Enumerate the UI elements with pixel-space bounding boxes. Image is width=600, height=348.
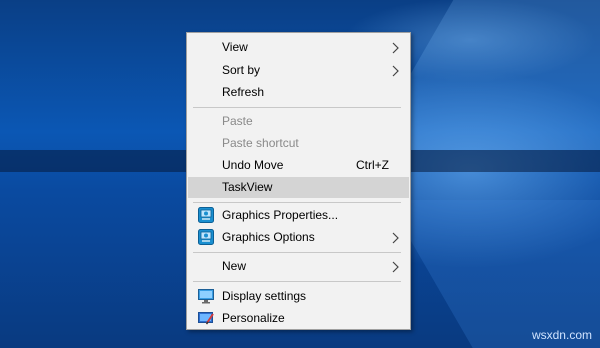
- wallpaper-light-beam: [387, 200, 600, 348]
- menu-item-view[interactable]: View: [188, 37, 409, 58]
- menu-item-personalize[interactable]: Personalize: [188, 308, 409, 329]
- menu-separator: [193, 281, 401, 282]
- menu-item-paste: Paste: [188, 111, 409, 132]
- menu-item-shortcut: Ctrl+Z: [356, 158, 389, 172]
- watermark-text: wsxdn.com: [531, 328, 592, 342]
- menu-separator: [193, 202, 401, 203]
- intel-graphics-icon: [198, 229, 214, 245]
- menu-item-label: Paste shortcut: [222, 136, 299, 150]
- personalize-icon: [198, 312, 214, 325]
- menu-item-taskview[interactable]: TaskView: [188, 177, 409, 198]
- menu-item-undo-move[interactable]: Undo Move Ctrl+Z: [188, 155, 409, 176]
- menu-item-label: Refresh: [222, 85, 265, 99]
- menu-item-new[interactable]: New: [188, 256, 409, 277]
- chevron-right-icon: [392, 261, 399, 273]
- chevron-right-icon: [392, 65, 399, 77]
- chevron-right-icon: [392, 232, 399, 244]
- menu-separator: [193, 252, 401, 253]
- menu-item-label: Personalize: [222, 311, 285, 325]
- menu-item-label: Graphics Properties...: [222, 208, 339, 222]
- menu-item-label: Display settings: [222, 289, 307, 303]
- menu-item-label: Undo Move: [222, 158, 284, 172]
- menu-item-label: Graphics Options: [222, 230, 315, 244]
- menu-item-label: Sort by: [222, 63, 261, 77]
- menu-item-label: View: [222, 40, 248, 54]
- desktop-context-menu: View Sort by Refresh Paste Paste shortcu…: [186, 32, 411, 330]
- menu-item-display-settings[interactable]: Display settings: [188, 286, 409, 307]
- display-icon: [198, 289, 214, 304]
- menu-separator: [193, 107, 401, 108]
- menu-item-label: Paste: [222, 114, 253, 128]
- menu-item-sort-by[interactable]: Sort by: [188, 60, 409, 81]
- menu-item-refresh[interactable]: Refresh: [188, 82, 409, 103]
- intel-graphics-icon: [198, 207, 214, 223]
- menu-item-graphics-properties[interactable]: Graphics Properties...: [188, 205, 409, 226]
- chevron-right-icon: [392, 42, 399, 54]
- menu-item-label: New: [222, 259, 247, 273]
- menu-item-label: TaskView: [222, 180, 273, 194]
- menu-item-paste-shortcut: Paste shortcut: [188, 133, 409, 154]
- menu-item-graphics-options[interactable]: Graphics Options: [188, 227, 409, 248]
